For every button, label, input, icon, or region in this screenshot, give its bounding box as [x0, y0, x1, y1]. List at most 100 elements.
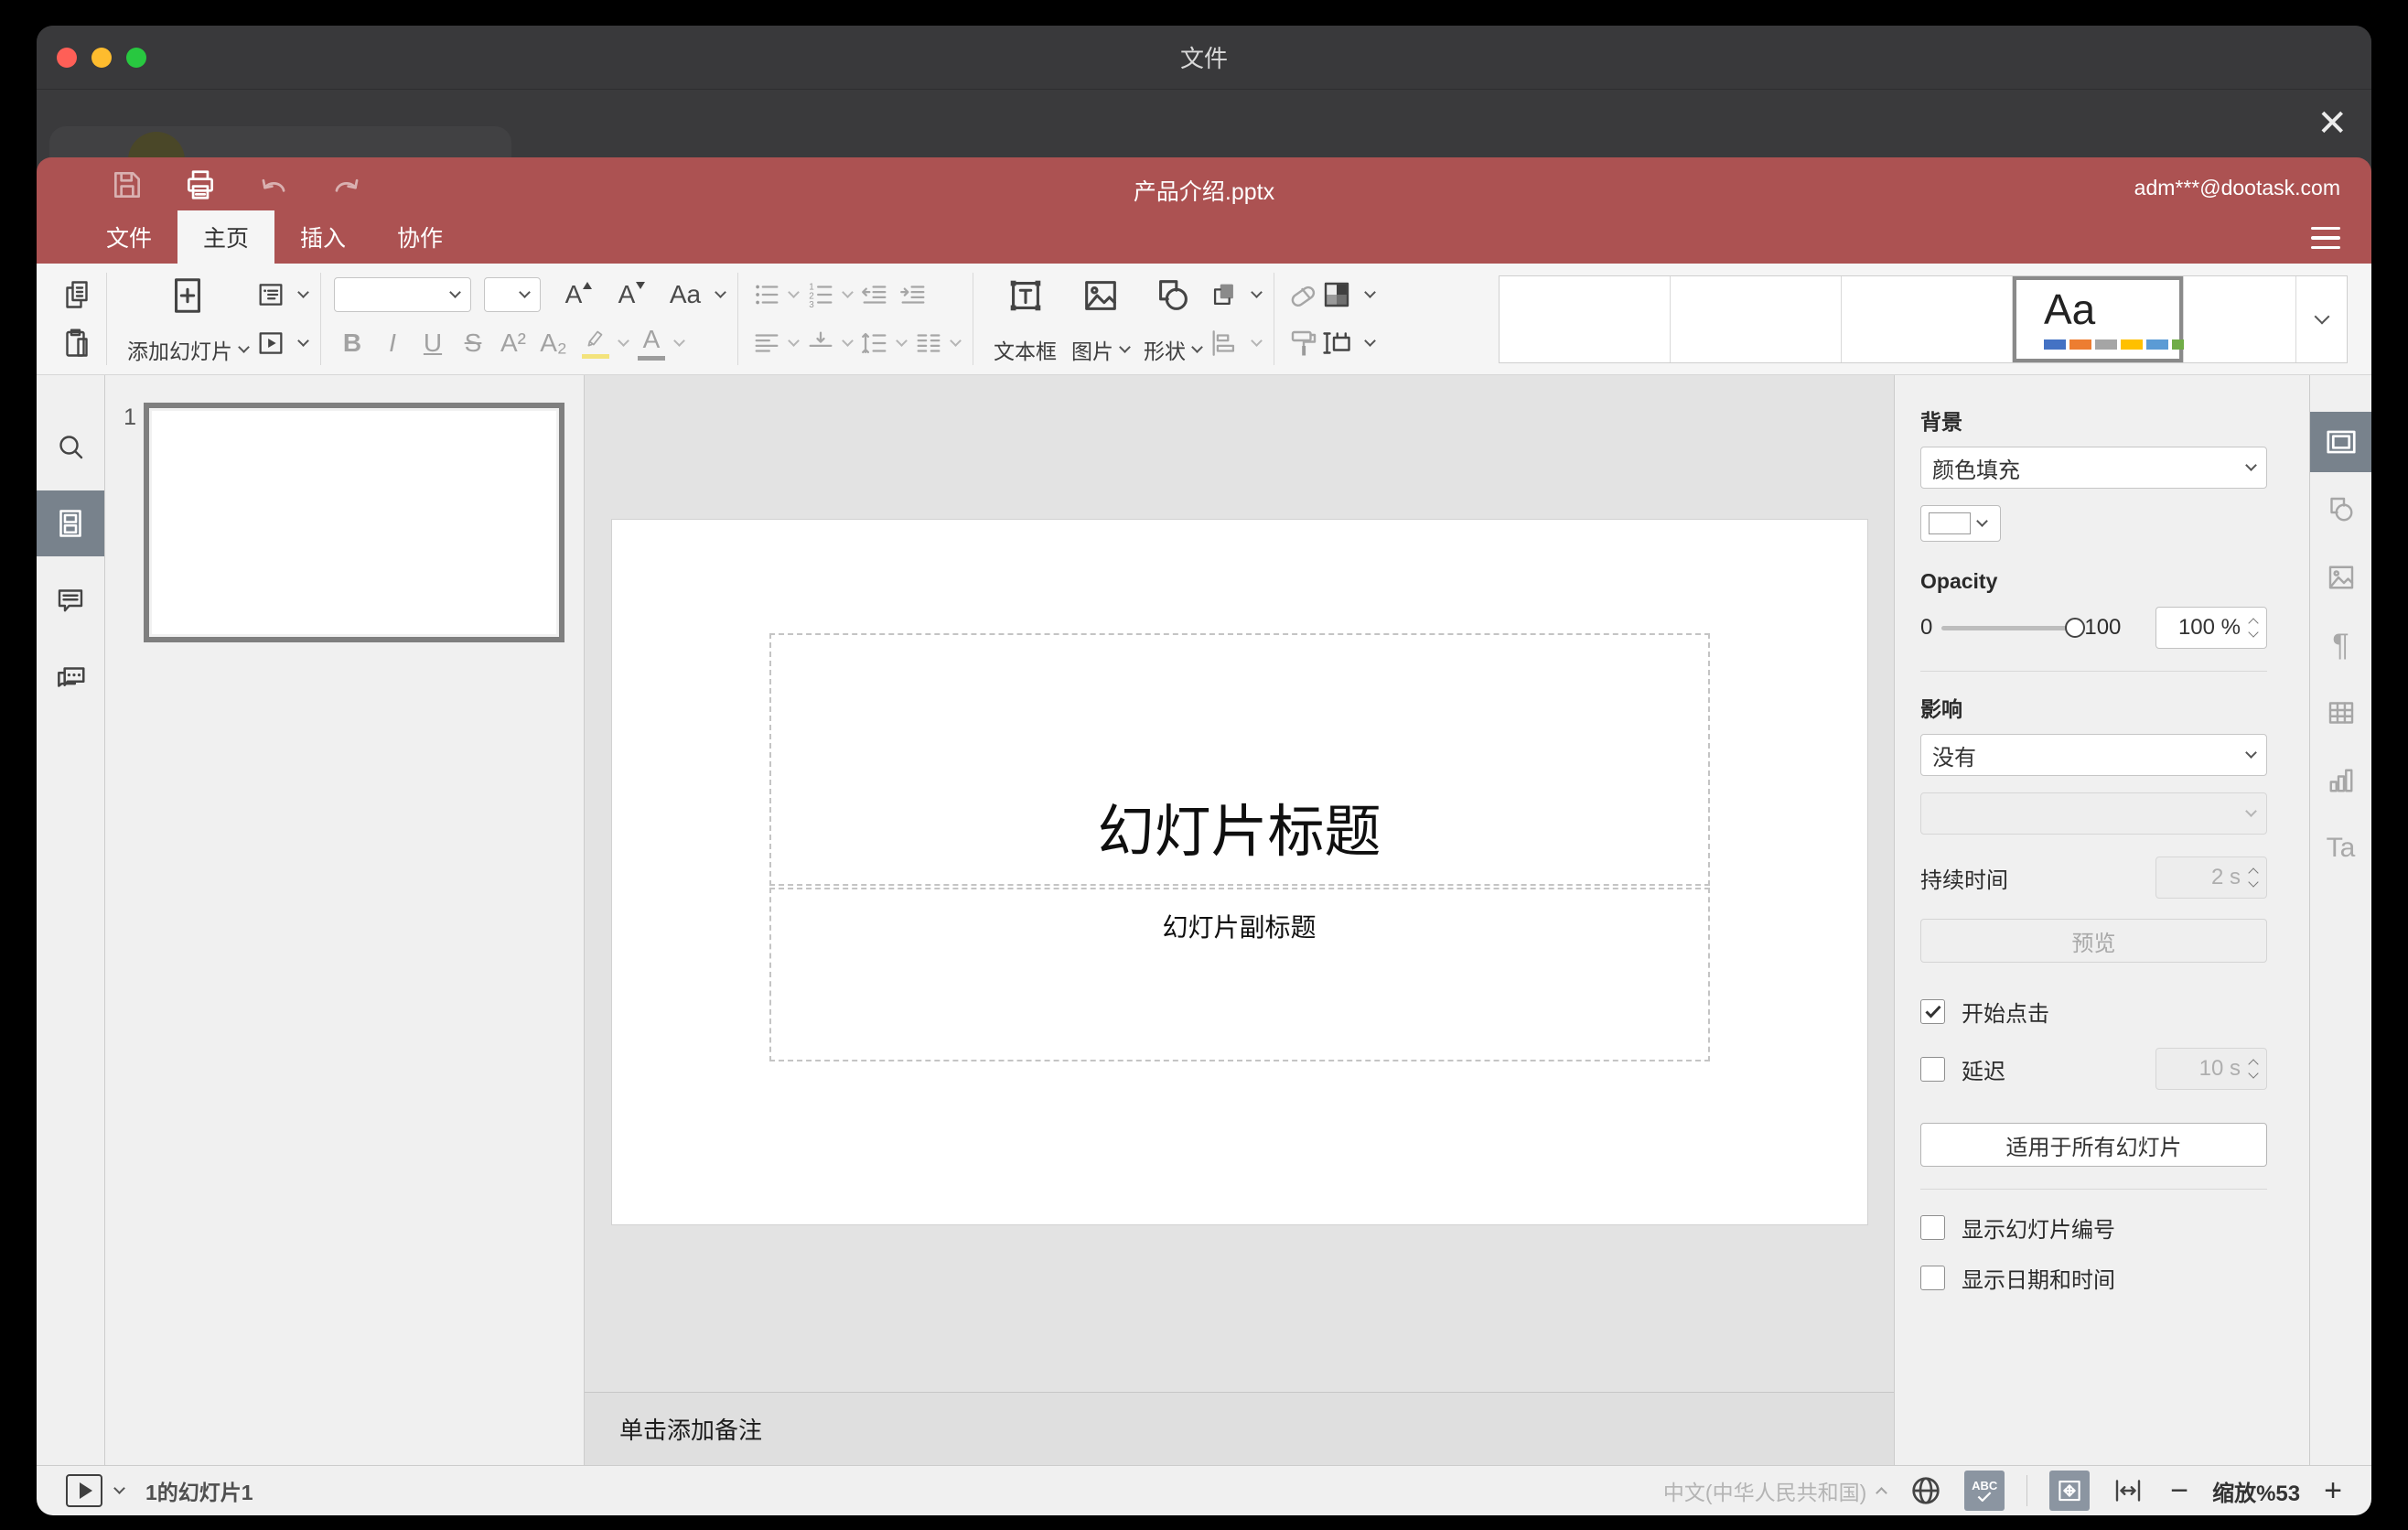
panel-divider [1920, 671, 2267, 672]
slide-thumbnail[interactable] [144, 403, 564, 642]
apply-to-all-button[interactable]: 适用于所有幻灯片 [1920, 1123, 2267, 1167]
subtitle-placeholder[interactable]: 幻灯片副标题 [769, 888, 1710, 1061]
chevron-down-icon[interactable] [788, 286, 800, 299]
insert-textbox-button[interactable]: 文本框 [986, 264, 1064, 374]
chevron-down-icon [238, 341, 250, 353]
subscript-button[interactable]: A₂ [535, 329, 572, 358]
shape-settings-button[interactable] [2310, 479, 2371, 540]
slide-settings-panel: 背景 颜色填充 Opacity 0 100 100 % 影响 没有 持续时间 2… [1894, 375, 2309, 1465]
copy-style-icon[interactable] [1287, 327, 1320, 360]
chevron-down-icon[interactable] [842, 286, 854, 299]
tab-insert[interactable]: 插入 [274, 210, 371, 264]
clear-style-icon[interactable] [1287, 278, 1320, 311]
italic-button[interactable]: I [374, 329, 411, 358]
effect-select[interactable]: 没有 [1920, 734, 2267, 776]
theme-option[interactable] [1671, 275, 1842, 362]
chevron-down-icon[interactable] [788, 334, 800, 347]
theme-option-selected[interactable]: Aa [2013, 275, 2194, 362]
background-fill-select[interactable]: 颜色填充 [1920, 447, 2267, 489]
chevron-down-icon[interactable] [673, 334, 685, 347]
notes-area[interactable]: 单击添加备注 [585, 1392, 1894, 1465]
chart-settings-button[interactable] [2310, 750, 2371, 811]
close-dialog-button[interactable]: ✕ [2317, 105, 2348, 142]
tab-collaboration[interactable]: 协作 [371, 210, 468, 264]
textart-settings-button[interactable]: Ta [2310, 818, 2371, 878]
fill-color-picker[interactable] [1920, 505, 2001, 542]
spellcheck-button[interactable]: ABC [1964, 1471, 2005, 1511]
opacity-spinner[interactable]: 100 % [2155, 607, 2267, 649]
paste-icon[interactable] [60, 327, 93, 360]
slider-knob[interactable] [2065, 618, 2086, 638]
color-scheme-button[interactable] [1320, 278, 1376, 311]
theme-option[interactable] [2184, 275, 2295, 362]
chevron-down-icon[interactable] [896, 334, 908, 347]
check-icon [1977, 1492, 1992, 1502]
paragraph-settings-button[interactable]: ¶ [2310, 615, 2371, 675]
theme-option[interactable] [1842, 275, 2013, 362]
highlight-color-button[interactable] [575, 328, 616, 359]
decrease-font-button[interactable]: A [607, 280, 647, 309]
table-icon [2328, 702, 2353, 724]
align-shapes-button[interactable] [1209, 328, 1263, 359]
vertical-align-icon[interactable] [805, 328, 836, 359]
start-slideshow-button[interactable] [255, 328, 309, 359]
increase-font-button[interactable]: A [554, 280, 594, 309]
numbered-list-icon[interactable]: 123 [805, 279, 836, 310]
delay-checkbox[interactable] [1920, 1056, 1945, 1082]
slide-canvas[interactable]: 幻灯片标题 幻灯片副标题 [611, 520, 1867, 1224]
increase-indent-icon[interactable] [898, 279, 929, 310]
superscript-button[interactable]: A² [495, 329, 532, 358]
arrange-icon [1213, 284, 1233, 306]
bold-button[interactable]: B [334, 329, 371, 358]
insert-shape-button[interactable]: 形状 [1136, 264, 1209, 374]
opacity-slider[interactable] [1941, 618, 2086, 638]
document-language-icon[interactable] [1908, 1472, 1944, 1509]
image-settings-button[interactable] [2310, 547, 2371, 608]
chevron-down-icon[interactable] [950, 334, 962, 347]
insert-image-button[interactable]: 图片 [1064, 264, 1136, 374]
add-slide-button[interactable]: 添加幻灯片 [120, 264, 255, 374]
start-on-click-checkbox[interactable] [1920, 999, 1945, 1024]
chevron-down-icon[interactable] [842, 334, 854, 347]
start-slideshow-status-button[interactable] [66, 1474, 102, 1507]
fit-width-icon[interactable] [2112, 1474, 2145, 1507]
title-placeholder[interactable]: 幻灯片标题 [769, 633, 1710, 886]
table-settings-button[interactable] [2310, 683, 2371, 743]
strikethrough-button[interactable]: S [455, 329, 491, 358]
line-spacing-icon[interactable] [859, 328, 890, 359]
zoom-in-button[interactable]: + [2324, 1475, 2342, 1506]
comments-button[interactable] [37, 567, 104, 633]
zoom-out-button[interactable]: − [2170, 1475, 2188, 1506]
right-icon-sidebar: ¶ Ta [2309, 375, 2371, 1465]
decrease-indent-icon[interactable] [859, 279, 890, 310]
spinner-arrows[interactable] [2248, 618, 2259, 638]
tab-home[interactable]: 主页 [177, 210, 275, 264]
chevron-down-icon[interactable] [618, 334, 629, 347]
font-size-select[interactable] [484, 277, 541, 312]
columns-icon[interactable] [913, 328, 944, 359]
theme-gallery-expand-button[interactable] [2295, 275, 2347, 362]
change-layout-button[interactable] [255, 279, 309, 310]
font-name-select[interactable] [334, 277, 471, 312]
chevron-down-icon[interactable] [113, 1482, 125, 1494]
horizontal-align-icon[interactable] [751, 328, 782, 359]
show-slide-number-checkbox[interactable] [1920, 1215, 1945, 1240]
copy-icon[interactable] [60, 278, 93, 311]
theme-option[interactable] [1500, 275, 1671, 362]
show-datetime-checkbox[interactable] [1920, 1266, 1945, 1290]
slide-settings-button[interactable] [2310, 412, 2371, 472]
language-selector[interactable]: 中文(中华人民共和国) [1663, 1475, 1888, 1506]
fit-slide-button[interactable] [2049, 1471, 2091, 1511]
font-color-button[interactable]: A [631, 325, 672, 361]
chat-button[interactable] [37, 644, 104, 710]
tab-file[interactable]: 文件 [81, 210, 177, 264]
search-button[interactable] [37, 414, 104, 479]
slides-panel-button[interactable] [37, 490, 104, 556]
duration-spinner: 2 s [2155, 857, 2267, 899]
arrange-shapes-button[interactable] [1209, 279, 1263, 310]
slide-size-button[interactable] [1320, 327, 1376, 360]
change-case-button[interactable]: Aa [660, 280, 726, 309]
underline-button[interactable]: U [414, 329, 451, 358]
bullet-list-icon[interactable] [751, 279, 782, 310]
menu-icon[interactable] [2311, 226, 2340, 249]
